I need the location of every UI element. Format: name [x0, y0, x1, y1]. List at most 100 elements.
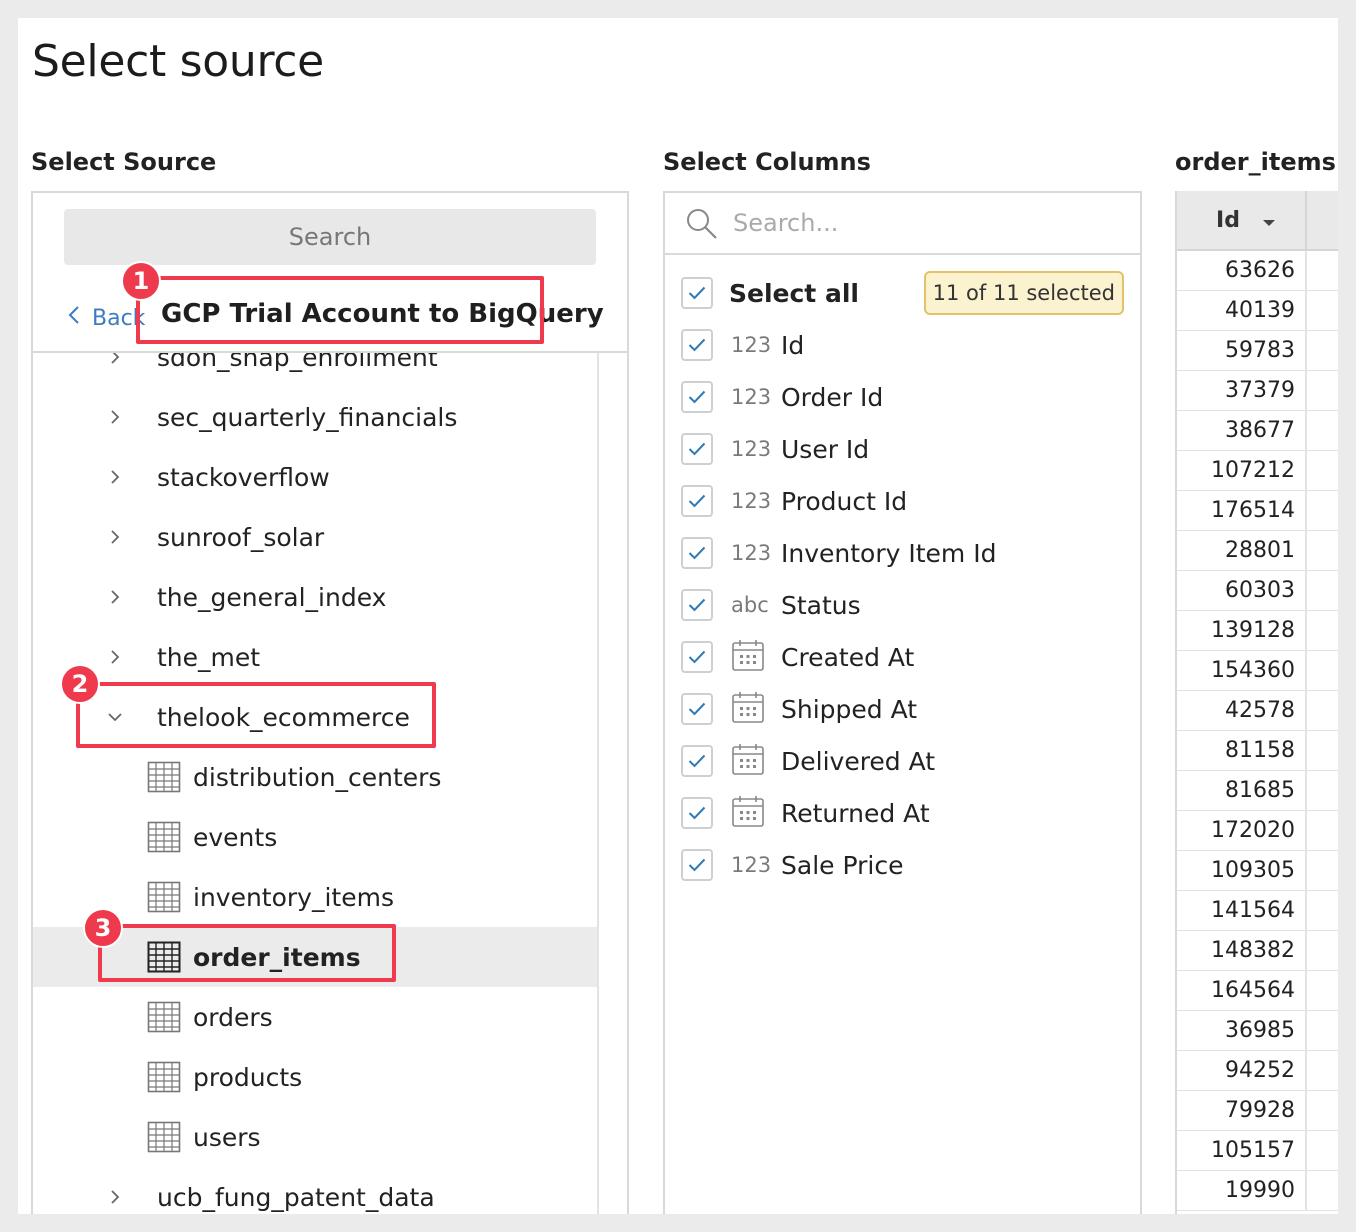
number-type-icon: 123 [731, 385, 772, 409]
checkbox[interactable] [681, 641, 713, 673]
column-row[interactable]: 123 Order Id [665, 371, 1140, 423]
table-cell: 172020 [1177, 811, 1307, 851]
column-row[interactable]: Returned At [665, 787, 1140, 839]
text-type-icon: abc [731, 593, 769, 617]
table-row: 81685 [1177, 771, 1338, 811]
column-row[interactable]: Created At [665, 631, 1140, 683]
check-icon [688, 754, 706, 768]
column-label: Shipped At [781, 694, 918, 724]
column-row[interactable]: 123 Id [665, 319, 1140, 371]
tree-item-label: stackoverflow [157, 462, 330, 492]
table-row: 109305 [1177, 851, 1338, 891]
select-source-heading: Select Source [31, 148, 217, 176]
select-all-label: Select all [729, 278, 859, 308]
table-icon [147, 1061, 181, 1093]
table-cell: 81685 [1177, 771, 1307, 811]
column-row[interactable]: 123 Sale Price [665, 839, 1140, 891]
chevron-right-icon [103, 1189, 127, 1205]
table-cell: 60303 [1177, 571, 1307, 611]
table-cell: 40139 [1177, 291, 1307, 331]
checkbox[interactable] [681, 485, 713, 517]
tree-item-label: distribution_centers [193, 762, 442, 792]
tree-item-table[interactable]: orders [33, 987, 597, 1047]
checkbox[interactable] [681, 849, 713, 881]
checkbox[interactable] [681, 277, 713, 309]
tree-item-dataset[interactable]: stackoverflow [33, 447, 597, 507]
table-row: 38677 [1177, 411, 1338, 451]
table-cell: 42578 [1177, 691, 1307, 731]
checkbox[interactable] [681, 433, 713, 465]
checkbox[interactable] [681, 381, 713, 413]
table-cell: 139128 [1177, 611, 1307, 651]
tree-item-table[interactable]: products [33, 1047, 597, 1107]
columns-search-bar [665, 193, 1140, 255]
calendar-icon [731, 794, 775, 833]
check-icon [688, 598, 706, 612]
table-cell: 79928 [1177, 1091, 1307, 1131]
callout-badge-3: 3 [83, 908, 123, 948]
column-row[interactable]: Shipped At [665, 683, 1140, 735]
check-icon [688, 650, 706, 664]
callout-badge-1: 1 [121, 261, 161, 301]
checkbox[interactable] [681, 693, 713, 725]
table-cell: 59783 [1177, 331, 1307, 371]
table-cell: 107212 [1177, 451, 1307, 491]
number-type-icon: 123 [731, 333, 772, 357]
tree-item-table[interactable]: users [33, 1107, 597, 1167]
select-columns-heading: Select Columns [663, 148, 871, 176]
column-label: Inventory Item Id [781, 538, 997, 568]
back-button[interactable]: Back [68, 305, 145, 331]
caret-down-icon[interactable] [1262, 208, 1276, 233]
select-all-row[interactable]: Select all 11 of 11 selected [665, 267, 1140, 319]
table-row: 105157 [1177, 1131, 1338, 1171]
column-header-id[interactable]: Id [1177, 191, 1307, 249]
tree-item-dataset[interactable]: sdoh_snap_enrollment [33, 353, 597, 387]
tree-item-label: sec_quarterly_financials [157, 402, 458, 432]
column-row[interactable]: 123 Inventory Item Id [665, 527, 1140, 579]
tree-item-dataset[interactable]: ucb_fung_patent_data [33, 1167, 597, 1214]
table-row: 28801 [1177, 531, 1338, 571]
check-icon [688, 546, 706, 560]
tree-item-dataset[interactable]: sec_quarterly_financials [33, 387, 597, 447]
checkbox[interactable] [681, 745, 713, 777]
preview-table: Id 63626 40139 59783 37379 38677 107212 176514… [1175, 191, 1338, 1214]
table-row: 37379 [1177, 371, 1338, 411]
column-label: Returned At [781, 798, 930, 828]
table-cell: 141564 [1177, 891, 1307, 931]
column-row[interactable]: 123 User Id [665, 423, 1140, 475]
tree-item-dataset[interactable]: sunroof_solar [33, 507, 597, 567]
checkbox[interactable] [681, 329, 713, 361]
column-row[interactable]: abc Status [665, 579, 1140, 631]
column-header-label: Id [1216, 207, 1240, 233]
tree-item-dataset[interactable]: the_met [33, 627, 597, 687]
tree-item-label: users [193, 1122, 261, 1152]
source-tree: sdoh_snap_enrollment sec_quarterly_finan… [33, 353, 599, 1214]
chevron-right-icon [103, 529, 127, 545]
chevron-right-icon [103, 589, 127, 605]
chevron-right-icon [103, 469, 127, 485]
table-row: 63626 [1177, 251, 1338, 291]
calendar-icon [731, 742, 775, 781]
tree-item-table[interactable]: distribution_centers [33, 747, 597, 807]
tree-item-label: sdoh_snap_enrollment [157, 353, 438, 372]
table-row: 164564 [1177, 971, 1338, 1011]
table-cell: 81158 [1177, 731, 1307, 771]
table-row: 154360 [1177, 651, 1338, 691]
column-row[interactable]: 123 Product Id [665, 475, 1140, 527]
tree-item-label: products [193, 1062, 303, 1092]
tree-item-dataset[interactable]: the_general_index [33, 567, 597, 627]
checkbox[interactable] [681, 537, 713, 569]
calendar-icon [731, 638, 775, 677]
source-search-input[interactable] [64, 209, 596, 265]
checkbox[interactable] [681, 797, 713, 829]
tree-item-label: orders [193, 1002, 273, 1032]
checkbox[interactable] [681, 589, 713, 621]
column-row[interactable]: Delivered At [665, 735, 1140, 787]
table-cell: 19990 [1177, 1171, 1307, 1211]
tree-item-table[interactable]: events [33, 807, 597, 867]
callout-badge-2: 2 [60, 664, 100, 704]
number-type-icon: 123 [731, 541, 772, 565]
tree-item-label: ucb_fung_patent_data [157, 1182, 435, 1212]
columns-search-input[interactable] [733, 203, 1113, 243]
column-label: Order Id [781, 382, 884, 412]
